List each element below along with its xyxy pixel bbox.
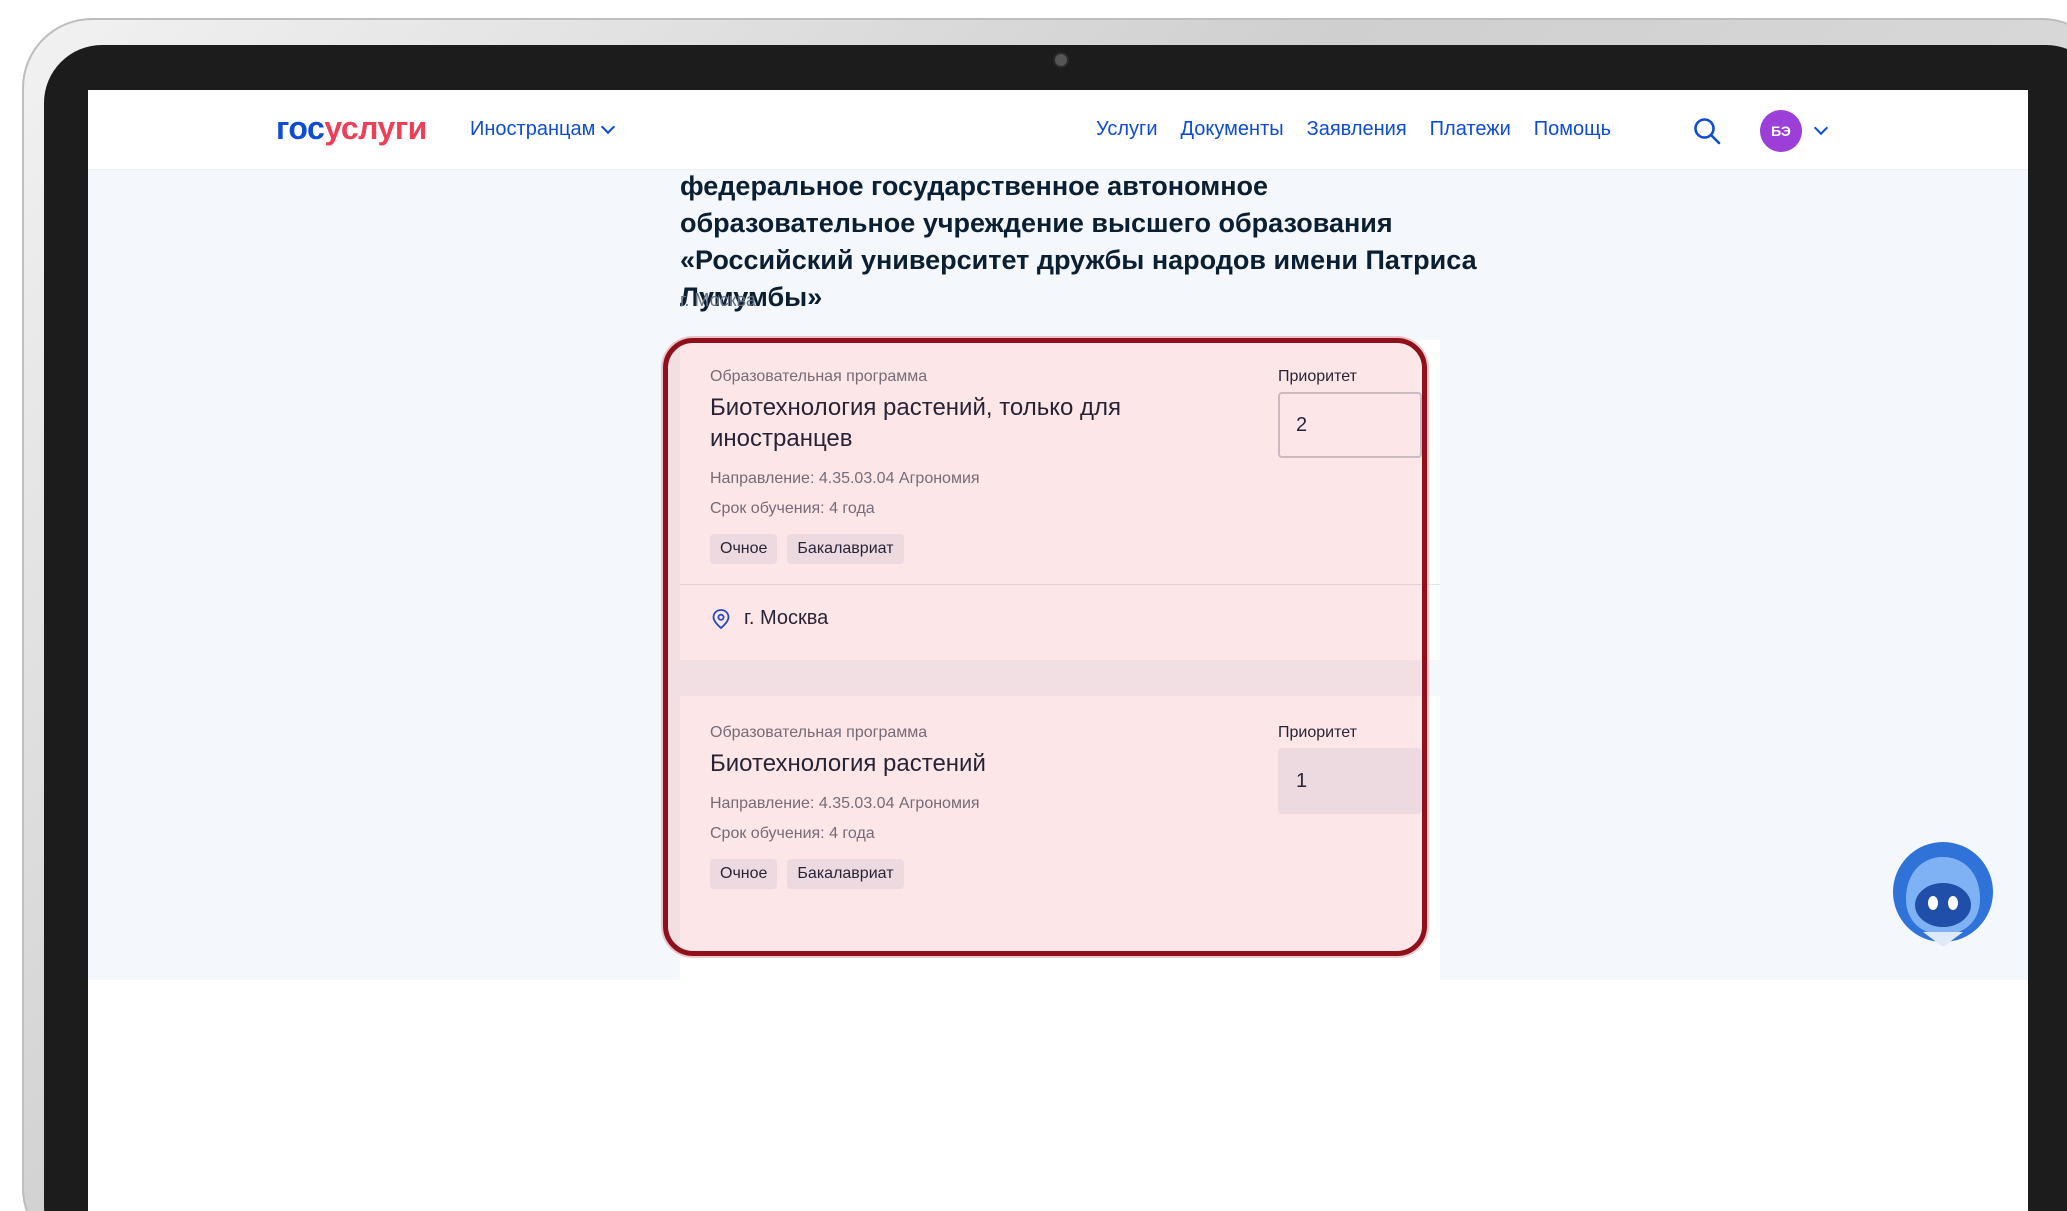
highlight-frame (663, 338, 1427, 956)
organization-city: г. Москва (680, 290, 756, 310)
main-nav: Услуги Документы Заявления Платежи Помощ… (1096, 118, 1611, 141)
search-icon[interactable] (1692, 116, 1722, 146)
avatar-menu-chevron[interactable] (1813, 120, 1829, 138)
nav-applications[interactable]: Заявления (1307, 118, 1407, 141)
foreigners-dropdown[interactable]: Иностранцам (470, 118, 616, 141)
gosuslugi-page: госуслуги Иностранцам Услуги Документы З… (88, 90, 2028, 980)
webcam (1055, 54, 1067, 66)
foreigners-label: Иностранцам (470, 118, 596, 140)
nav-services[interactable]: Услуги (1096, 118, 1158, 141)
nav-help[interactable]: Помощь (1534, 118, 1611, 141)
logo-part-gos: гос (276, 110, 325, 146)
user-avatar[interactable]: БЭ (1760, 110, 1802, 152)
chevron-down-icon (601, 119, 616, 135)
chevron-down-icon (1813, 120, 1829, 136)
gosuslugi-logo[interactable]: госуслуги (276, 110, 427, 147)
assistant-robot-icon[interactable] (1888, 837, 1998, 952)
nav-documents[interactable]: Документы (1181, 118, 1284, 141)
logo-part-uslugi: услуги (324, 110, 427, 146)
screen: госуслуги Иностранцам Услуги Документы З… (88, 90, 2028, 1211)
site-header: госуслуги Иностранцам Услуги Документы З… (88, 90, 2028, 170)
organization-title: федеральное государственное автономное о… (680, 171, 1477, 312)
nav-payments[interactable]: Платежи (1430, 118, 1511, 141)
